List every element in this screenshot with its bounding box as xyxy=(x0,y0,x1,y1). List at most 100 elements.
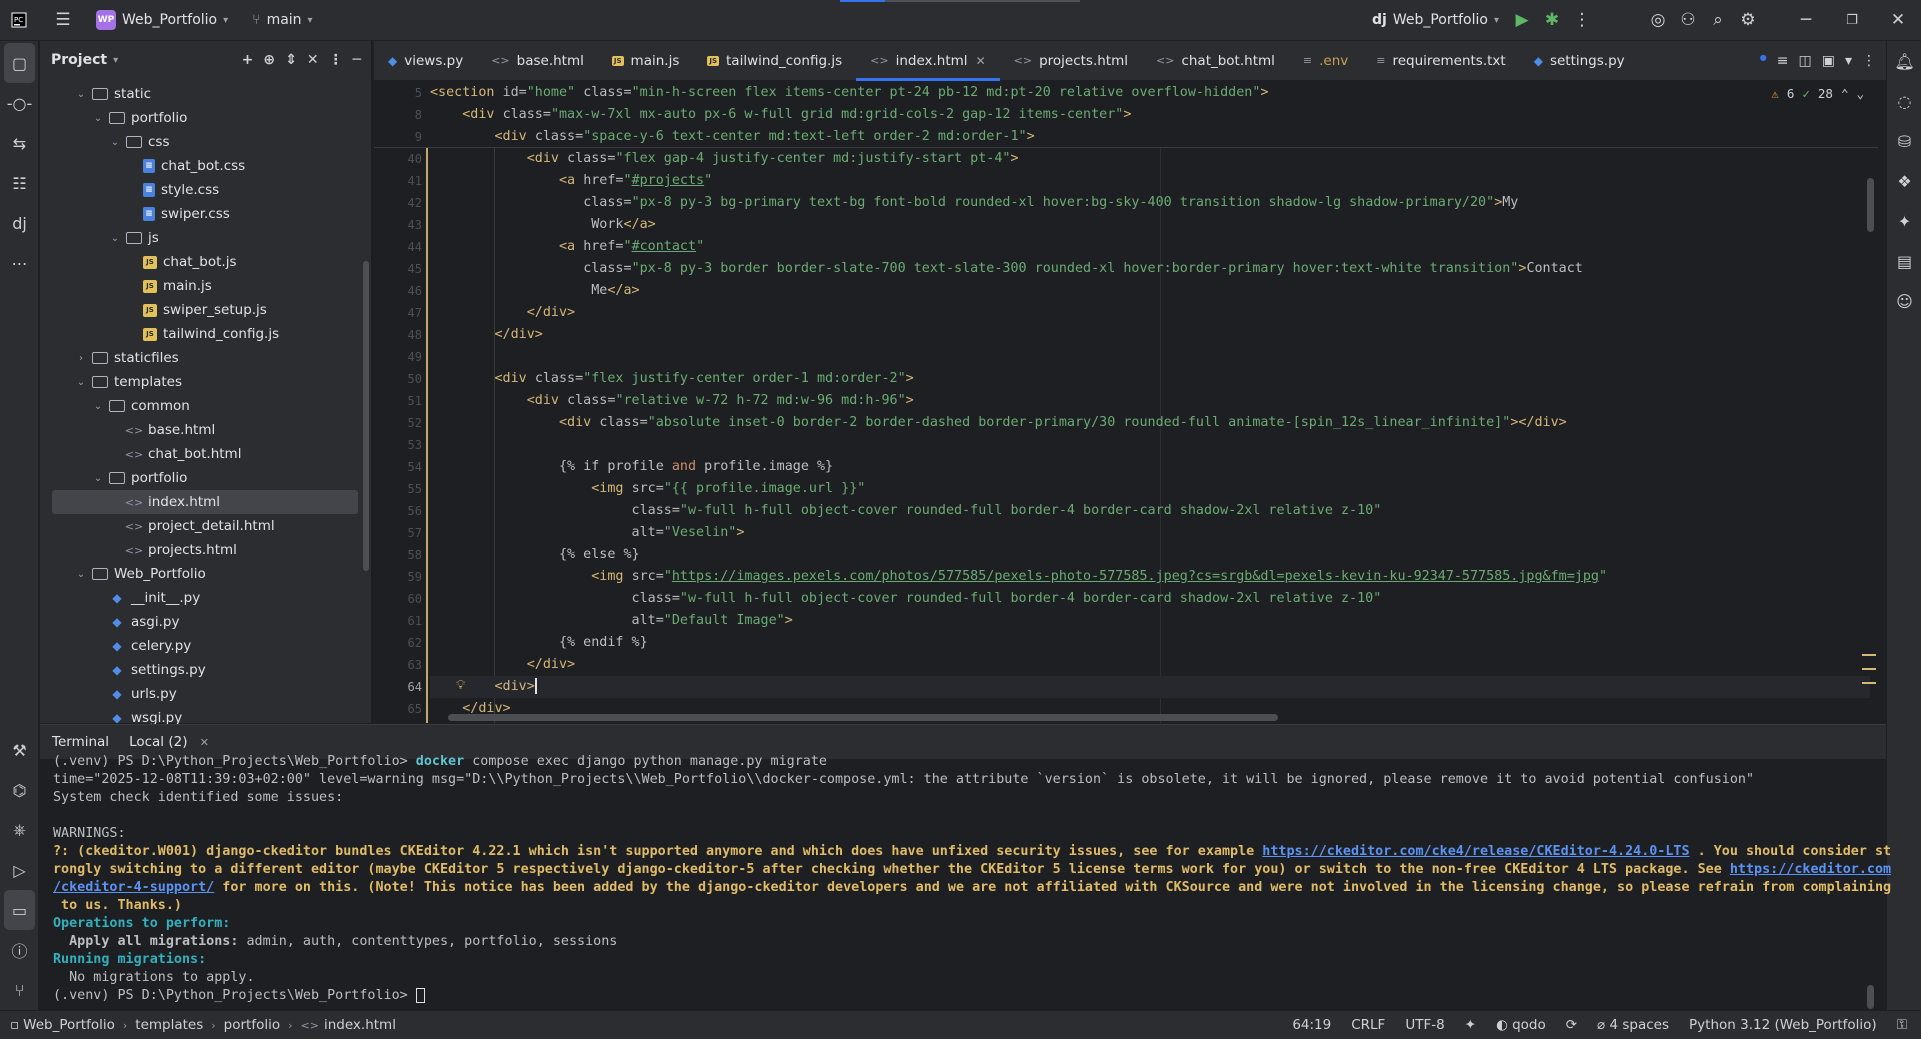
line-number[interactable]: 63 xyxy=(374,654,430,676)
tree-item-static[interactable]: ⌄ static xyxy=(40,82,366,106)
code-line[interactable]: <div> xyxy=(430,676,1870,698)
chevron-down-icon[interactable]: ⌄ xyxy=(108,137,122,148)
code-line[interactable]: <img src="https://images.pexels.com/phot… xyxy=(430,566,1870,588)
services-icon[interactable]: ⎈ xyxy=(0,810,39,850)
code-line[interactable]: alt="Veselin"> xyxy=(430,522,1870,544)
notifications-icon[interactable]: 🔔︎ xyxy=(1887,41,1921,81)
restore-icon[interactable]: ❐ xyxy=(1829,5,1875,35)
caret-position[interactable]: 64:19 xyxy=(1292,1017,1331,1033)
code-line[interactable]: {% else %} xyxy=(430,544,1870,566)
tree-item-portfolio[interactable]: ⌄ portfolio xyxy=(40,466,366,490)
split-view-icon[interactable]: ◫ xyxy=(1799,53,1812,69)
tree-item-common[interactable]: ⌄ common xyxy=(40,394,366,418)
line-number[interactable]: 58 xyxy=(374,544,430,566)
line-number[interactable]: 54 xyxy=(374,456,430,478)
line-number[interactable]: 64 xyxy=(374,676,430,698)
editor-vertical-scrollbar[interactable] xyxy=(1867,178,1874,232)
line-number[interactable]: 5 xyxy=(374,82,430,104)
chevron-down-icon[interactable]: ⌄ xyxy=(74,89,88,100)
line-number[interactable]: 46 xyxy=(374,280,430,302)
tree-item-index-html[interactable]: <> index.html xyxy=(52,490,358,514)
search-icon[interactable]: ⌕ xyxy=(1703,5,1733,35)
code-line[interactable]: <div class="relative w-72 h-72 md:w-96 m… xyxy=(430,390,1870,412)
tree-item-templates[interactable]: ⌄ templates xyxy=(40,370,366,394)
line-number[interactable]: 49 xyxy=(374,346,430,368)
line-number[interactable]: 44 xyxy=(374,236,430,258)
line-number[interactable]: 51 xyxy=(374,390,430,412)
qodo-widget[interactable]: ◐ qodo xyxy=(1496,1017,1546,1033)
error-stripe-mark[interactable] xyxy=(1862,682,1876,684)
git-icon[interactable]: ⑂ xyxy=(0,970,39,1010)
line-number[interactable]: 43 xyxy=(374,214,430,236)
prev-highlight-icon[interactable]: ⌃ xyxy=(1841,86,1849,101)
sticky-lines[interactable]: 589 <section id="home" class="min-h-scre… xyxy=(374,82,1878,148)
code-line[interactable]: <img src="{{ profile.image.url }}" xyxy=(430,478,1870,500)
chevron-down-icon[interactable]: ⌄ xyxy=(108,233,122,244)
line-number[interactable]: 53 xyxy=(374,434,430,456)
project-title[interactable]: Project xyxy=(51,52,107,68)
tree-item-swiper-css[interactable]: ≡ swiper.css xyxy=(40,202,366,226)
tree-item-portfolio[interactable]: ⌄ portfolio xyxy=(40,106,366,130)
commit-icon[interactable]: -○- xyxy=(0,83,39,123)
vcs-branch-widget[interactable]: ⑂ main ▾ xyxy=(244,6,320,34)
tree-item-swiper-setup-js[interactable]: JS swiper_setup.js xyxy=(40,298,366,322)
breadcrumb-item[interactable]: templates xyxy=(135,1017,203,1033)
more-tabs-icon[interactable]: ▾ xyxy=(1845,53,1852,69)
line-number[interactable]: 45 xyxy=(374,258,430,280)
tree-item-chat-bot-js[interactable]: JS chat_bot.js xyxy=(40,250,366,274)
run-icon[interactable]: ▶ xyxy=(1507,5,1537,35)
line-number[interactable]: 41 xyxy=(374,170,430,192)
terminal-icon[interactable]: ▭ xyxy=(4,890,35,930)
lock-icon[interactable]: ⚿ xyxy=(1897,1017,1907,1033)
tree-item-asgi-py[interactable]: ◆ asgi.py xyxy=(40,610,366,634)
code-line[interactable]: <a href="#contact" xyxy=(430,236,1870,258)
pull-requests-icon[interactable]: ⇆ xyxy=(0,123,39,163)
ai-sparkle-icon[interactable]: ✦ xyxy=(1887,201,1921,241)
code-line[interactable]: <div class="space-y-6 text-center md:tex… xyxy=(430,126,1870,148)
code-lines[interactable]: <div class="flex gap-4 justify-center md… xyxy=(430,148,1870,720)
terminal-scrollbar[interactable] xyxy=(1867,985,1874,1009)
chevron-down-icon[interactable]: ⌄ xyxy=(74,377,88,388)
ai-sparkle-icon[interactable]: ✦ xyxy=(1465,1017,1476,1033)
breadcrumb-item[interactable]: Web_Portfolio xyxy=(23,1017,115,1033)
collapse-all-icon[interactable]: ✕ xyxy=(307,52,319,68)
line-number[interactable]: 9 xyxy=(374,126,430,148)
minimize-icon[interactable]: ─ xyxy=(1783,5,1829,35)
more-tools-icon[interactable]: ⋯ xyxy=(0,243,39,283)
structure-icon[interactable]: ☷ xyxy=(0,163,39,203)
code-line[interactable]: <div class="absolute inset-0 border-2 bo… xyxy=(430,412,1870,434)
sync-icon[interactable]: ⟳ xyxy=(1566,1017,1577,1033)
code-line[interactable]: </div> xyxy=(430,324,1870,346)
code-line[interactable]: <div class="max-w-7xl mx-auto px-6 w-ful… xyxy=(430,104,1870,126)
main-menu-icon[interactable]: ☰ xyxy=(48,5,78,35)
editor-only-icon[interactable]: ≡ xyxy=(1777,53,1789,69)
tree-item-js[interactable]: ⌄ js xyxy=(40,226,366,250)
python-packages-icon[interactable]: ⚒ xyxy=(0,730,39,770)
database-icon[interactable]: ⛁ xyxy=(1887,121,1921,161)
tab-settings-py[interactable]: ◆ settings.py xyxy=(1520,41,1639,81)
tree-item-base-html[interactable]: <> base.html xyxy=(40,418,366,442)
tree-scrollbar[interactable] xyxy=(363,261,369,571)
line-separator[interactable]: CRLF xyxy=(1351,1017,1385,1033)
tree-item-css[interactable]: ⌄ css xyxy=(40,130,366,154)
code-line[interactable] xyxy=(430,434,1870,456)
new-file-icon[interactable]: + xyxy=(242,52,254,68)
terminal-title[interactable]: Terminal xyxy=(52,734,109,750)
editor-options-icon[interactable]: ⋮ xyxy=(1862,53,1876,69)
run-tool-icon[interactable]: ▷ xyxy=(0,850,39,890)
code-line[interactable]: Me</a> xyxy=(430,280,1870,302)
line-number[interactable]: 55 xyxy=(374,478,430,500)
tree-item-main-js[interactable]: JS main.js xyxy=(40,274,366,298)
line-number[interactable]: 57 xyxy=(374,522,430,544)
line-number[interactable]: 52 xyxy=(374,412,430,434)
inspection-widget[interactable]: ⚠ 6 ✓ 28 ⌃ ⌄ xyxy=(1771,86,1864,101)
sciview-icon[interactable]: ▤ xyxy=(1887,241,1921,281)
tab-env[interactable]: ≡ .env xyxy=(1289,41,1362,81)
code-line[interactable]: </div> xyxy=(430,654,1870,676)
code-line[interactable]: class="px-8 py-3 bg-primary text-bg font… xyxy=(430,192,1870,214)
chevron-right-icon[interactable]: › xyxy=(74,353,88,364)
code-line[interactable]: Work</a> xyxy=(430,214,1870,236)
code-with-me-icon[interactable]: ⚇ xyxy=(1673,5,1703,35)
locate-file-icon[interactable]: ⊕ xyxy=(263,52,275,68)
breadcrumb-item[interactable]: index.html xyxy=(324,1017,396,1033)
